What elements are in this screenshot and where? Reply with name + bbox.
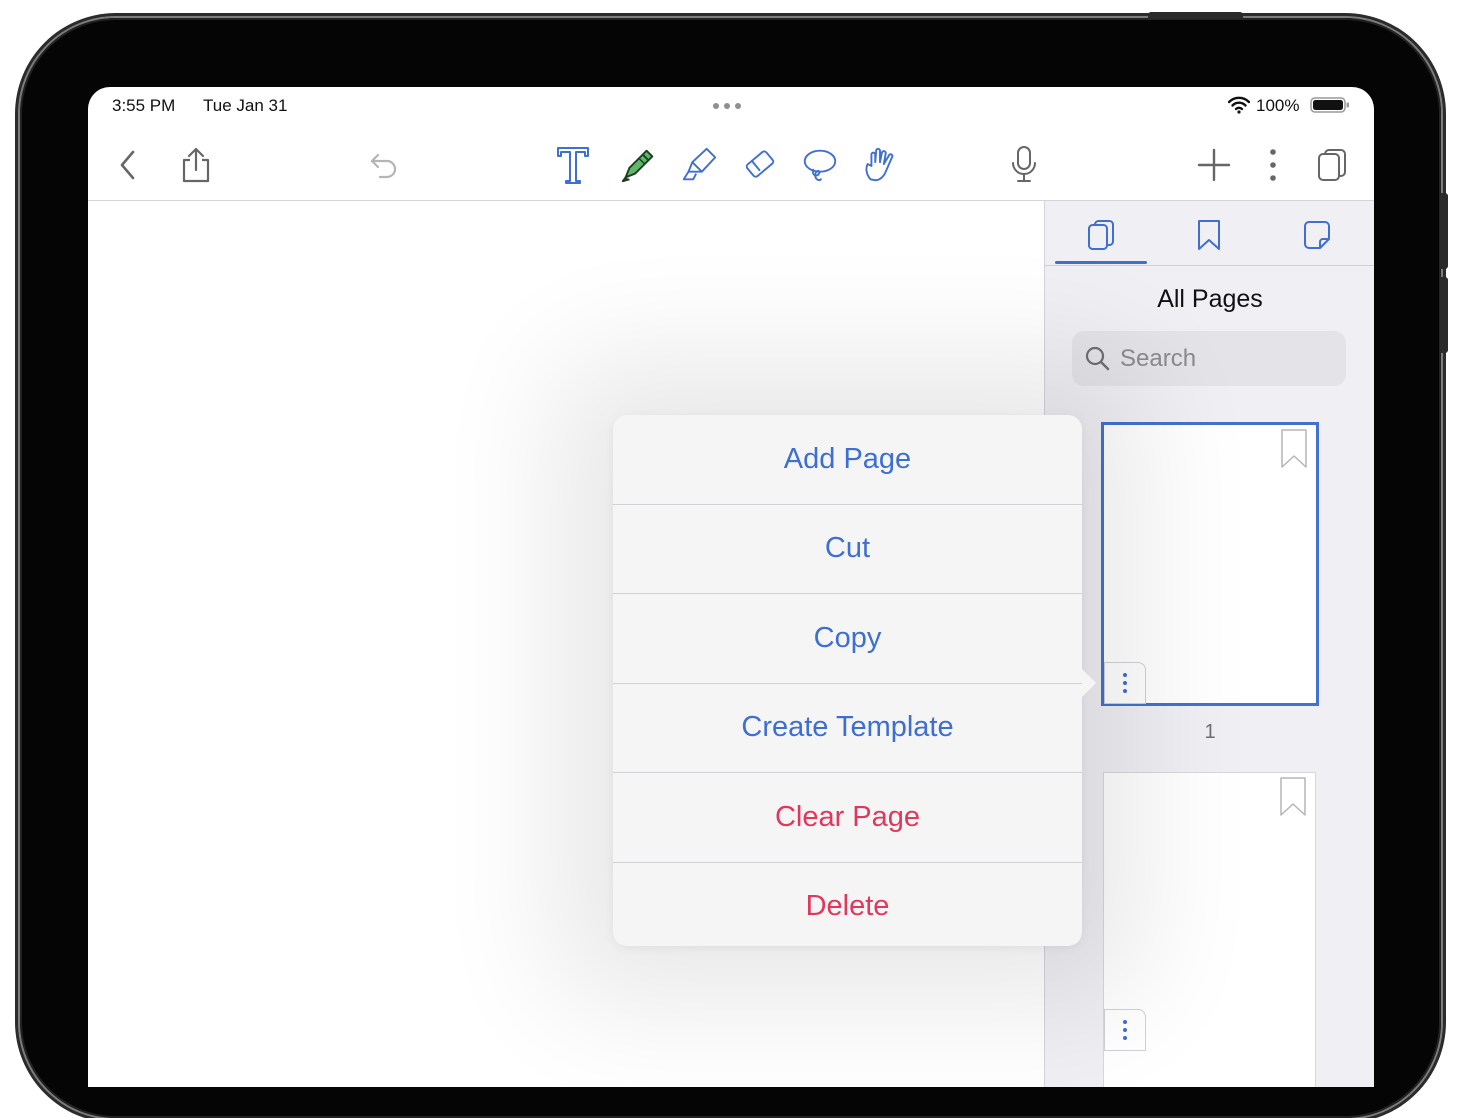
bookmark-tab-icon[interactable]	[1189, 215, 1229, 255]
sidebar-tabs	[1045, 201, 1374, 266]
eraser-tool-icon[interactable]	[739, 145, 779, 185]
menu-item-copy[interactable]: Copy	[613, 594, 1082, 684]
top-button	[1148, 12, 1243, 19]
text-tool-icon[interactable]	[553, 145, 593, 185]
search-input[interactable]	[1118, 341, 1332, 377]
pages-icon[interactable]	[1312, 145, 1352, 185]
lasso-tool-icon[interactable]	[800, 145, 840, 185]
multitasking-dots[interactable]	[713, 103, 741, 109]
volume-up-button	[1440, 193, 1448, 269]
sidebar-title: All Pages	[1157, 285, 1263, 313]
page-thumbnail-1[interactable]	[1101, 422, 1319, 706]
wifi-icon	[1228, 96, 1250, 114]
menu-item-delete[interactable]: Delete	[613, 863, 1082, 952]
volume-down-button	[1440, 277, 1448, 353]
share-icon[interactable]	[176, 145, 216, 185]
menu-item-cut[interactable]: Cut	[613, 505, 1082, 594]
screen: 3:55 PM Tue Jan 31 100% All Pages Search…	[88, 87, 1374, 1087]
menu-item-add-page[interactable]: Add Page	[613, 415, 1082, 505]
more-vertical-icon[interactable]	[1253, 145, 1293, 185]
chevron-left-icon[interactable]	[108, 145, 148, 185]
menu-item-clear-page[interactable]: Clear Page	[613, 773, 1082, 863]
search-icon	[1085, 346, 1110, 371]
pages-tab-icon[interactable]	[1081, 215, 1121, 255]
status-date: Tue Jan 31	[203, 96, 288, 115]
battery-icon	[1310, 97, 1349, 113]
active-tab-indicator	[1055, 261, 1147, 264]
plus-icon[interactable]	[1194, 145, 1234, 185]
hand-tool-icon[interactable]	[860, 145, 900, 185]
page-bookmark-icon[interactable]	[1280, 429, 1308, 469]
page-options-button[interactable]	[1104, 1009, 1146, 1051]
menu-item-create-template[interactable]: Create Template	[613, 684, 1082, 773]
sticky-note-tab-icon[interactable]	[1297, 215, 1337, 255]
page-number: 1	[1204, 721, 1216, 743]
popover-arrow	[1082, 669, 1096, 697]
status-time: 3:55 PM	[112, 96, 176, 115]
undo-icon[interactable]	[364, 145, 404, 185]
battery-percent: 100%	[1256, 96, 1300, 115]
status-bar: 3:55 PM Tue Jan 31 100%	[88, 87, 1374, 127]
page-bookmark-icon[interactable]	[1279, 777, 1307, 817]
page-sidebar: All Pages 1	[1044, 201, 1374, 1087]
pen-tool-icon[interactable]	[618, 145, 658, 185]
page-context-menu: Add Page Cut Copy Create Template Clear …	[613, 415, 1082, 946]
search-field[interactable]	[1072, 331, 1346, 386]
page-options-button[interactable]	[1104, 662, 1146, 704]
highlighter-tool-icon[interactable]	[679, 145, 719, 185]
microphone-icon[interactable]	[1004, 145, 1044, 185]
toolbar	[88, 127, 1374, 201]
